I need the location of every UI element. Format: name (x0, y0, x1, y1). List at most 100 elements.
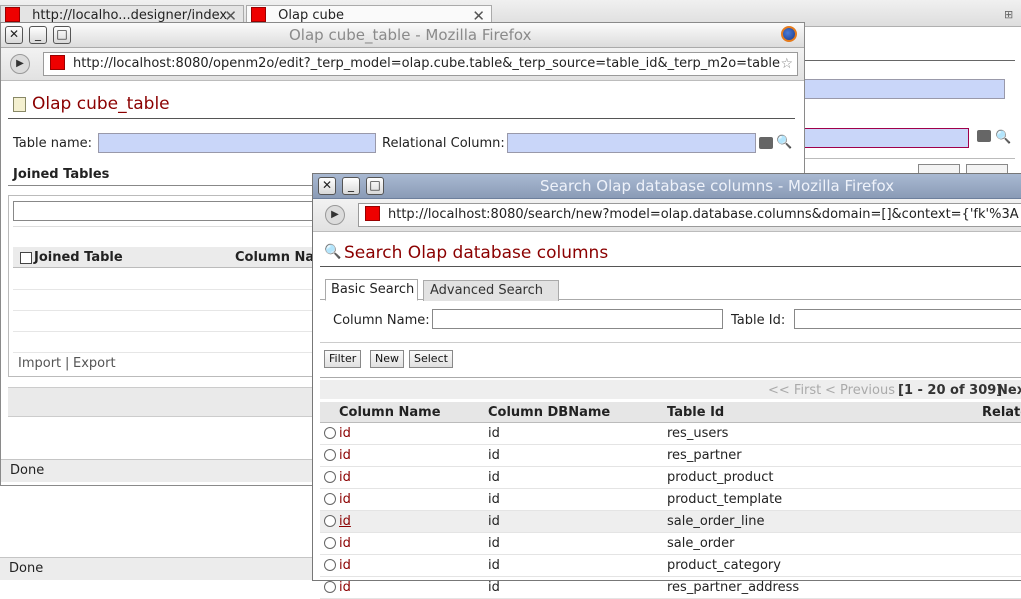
row-select-radio[interactable] (324, 492, 336, 505)
table-row[interactable]: id id sale_order (320, 533, 1021, 555)
column-name-input[interactable] (432, 309, 723, 329)
header-table-id[interactable]: Table Id (667, 405, 724, 420)
relational-column-input[interactable] (507, 133, 756, 153)
window-minimize-button[interactable]: _ (342, 177, 360, 195)
table-row[interactable]: id id product_template (320, 489, 1021, 511)
section-joined-tables: Joined Tables (13, 167, 110, 182)
window-maximize-button[interactable]: □ (366, 177, 384, 195)
table-id-cell: res_partner_address (667, 580, 800, 595)
table-name-input[interactable] (98, 133, 376, 153)
search-page-icon: 🔍 (324, 244, 342, 260)
url-bar[interactable]: http://localhost:8080/search/new?model=o… (358, 203, 1021, 227)
folder-icon[interactable] (977, 130, 991, 142)
pager-previous-link[interactable]: < Previous (825, 383, 895, 398)
new-button[interactable]: New (370, 350, 404, 368)
window-titlebar[interactable]: ✕ _ □ Olap cube_table - Mozilla Firefox (1, 23, 804, 48)
filter-button[interactable]: Filter (324, 350, 362, 368)
relational-column-label: Relational Column: (382, 136, 505, 151)
row-select-radio[interactable] (324, 426, 336, 439)
background-input-red[interactable] (803, 128, 969, 148)
window-close-button[interactable]: ✕ (318, 177, 336, 195)
table-row[interactable]: id id res_partner (320, 445, 1021, 467)
go-arrow-icon[interactable]: ▶ (325, 205, 345, 225)
table-id-cell: res_partner (667, 448, 742, 463)
column-name-link[interactable]: id (339, 448, 351, 463)
window-title: Search Olap database columns - Mozilla F… (540, 177, 895, 195)
url-bar[interactable]: http://localhost:8080/openm2o/edit?_terp… (43, 52, 798, 76)
red-favicon-icon (50, 55, 65, 70)
column-name-link[interactable]: id (339, 514, 351, 529)
tab-list-icon[interactable]: ⊞ (1004, 8, 1013, 21)
table-name-label: Table name: (13, 136, 92, 151)
search-window: ✕ _ □ Search Olap database columns - Moz… (312, 173, 1021, 599)
search-icon[interactable]: 🔍 (776, 135, 792, 150)
table-row[interactable]: id id sale_order_line (320, 510, 1021, 533)
column-name-link[interactable]: id (339, 536, 351, 551)
page-title: Search Olap database columns (344, 243, 609, 263)
column-dbname-cell: id (488, 558, 500, 573)
tab-basic-search[interactable]: Basic Search (325, 279, 418, 301)
section-divider (8, 185, 313, 186)
joined-tables-filter-input[interactable] (13, 201, 315, 221)
panel-divider (13, 226, 313, 227)
form-footer-bar (8, 387, 313, 417)
export-link[interactable]: Export (73, 356, 116, 371)
select-all-checkbox[interactable] (20, 252, 32, 264)
row-select-radio[interactable] (324, 558, 336, 571)
pager-first-link[interactable]: << First (768, 383, 821, 398)
table-row[interactable]: id id product_category (320, 555, 1021, 577)
go-arrow-icon[interactable]: ▶ (10, 54, 30, 74)
header-column-dbname[interactable]: Column DBName (488, 405, 610, 420)
window-maximize-button[interactable]: □ (53, 26, 71, 44)
row-select-radio[interactable] (324, 514, 336, 527)
header-column-name[interactable]: Column Name (339, 405, 441, 420)
table-row[interactable]: id id res_users (320, 423, 1021, 445)
background-divider (803, 60, 1015, 61)
tab-label: Basic Search (331, 282, 415, 297)
column-name-link[interactable]: id (339, 492, 351, 507)
table-row[interactable]: id id res_partner_address (320, 577, 1021, 599)
folder-icon[interactable] (759, 137, 773, 149)
pager-next-link[interactable]: Nex (997, 383, 1021, 398)
page-title: Olap cube_table (32, 94, 170, 114)
red-favicon-icon (365, 206, 380, 221)
window-close-button[interactable]: ✕ (5, 26, 23, 44)
empty-row (13, 310, 313, 311)
column-dbname-cell: id (488, 536, 500, 551)
table-id-cell: product_product (667, 470, 774, 485)
background-input-blue[interactable] (803, 79, 1005, 99)
row-select-radio[interactable] (324, 580, 336, 593)
results-table: id id res_users id id res_partner id id product_… (320, 423, 1021, 599)
tab-label: http://localho...designer/index (32, 8, 228, 23)
tab-advanced-search[interactable]: Advanced Search (423, 280, 559, 301)
link-separator: | (65, 356, 70, 371)
background-divider-2 (803, 158, 1015, 159)
column-name-link[interactable]: id (339, 426, 351, 441)
window-title: Olap cube_table - Mozilla Firefox (289, 26, 532, 44)
column-name-link[interactable]: id (339, 470, 351, 485)
url-text: http://localhost:8080/openm2o/edit?_terp… (73, 56, 780, 71)
bookmark-star-icon[interactable]: ☆ (780, 53, 793, 75)
column-name-link[interactable]: id (339, 558, 351, 573)
column-dbname-cell: id (488, 470, 500, 485)
firefox-logo-icon (781, 26, 797, 42)
empty-row (13, 331, 313, 332)
row-select-radio[interactable] (324, 536, 336, 549)
window-minimize-button[interactable]: _ (29, 26, 47, 44)
search-icon[interactable]: 🔍 (995, 130, 1011, 145)
empty-row (13, 289, 313, 290)
results-divider (320, 377, 1021, 378)
row-select-radio[interactable] (324, 470, 336, 483)
table-id-input[interactable] (794, 309, 1021, 329)
column-dbname-cell: id (488, 492, 500, 507)
toolbar-divider (320, 342, 1021, 343)
select-button[interactable]: Select (409, 350, 453, 368)
tab-label: Olap cube (278, 8, 344, 23)
import-link[interactable]: Import (18, 356, 61, 371)
red-favicon-icon (5, 7, 20, 22)
column-name-link[interactable]: id (339, 580, 351, 595)
header-related[interactable]: Relate (982, 405, 1021, 420)
window-titlebar[interactable]: ✕ _ □ Search Olap database columns - Moz… (313, 174, 1021, 199)
table-row[interactable]: id id product_product (320, 467, 1021, 489)
row-select-radio[interactable] (324, 448, 336, 461)
